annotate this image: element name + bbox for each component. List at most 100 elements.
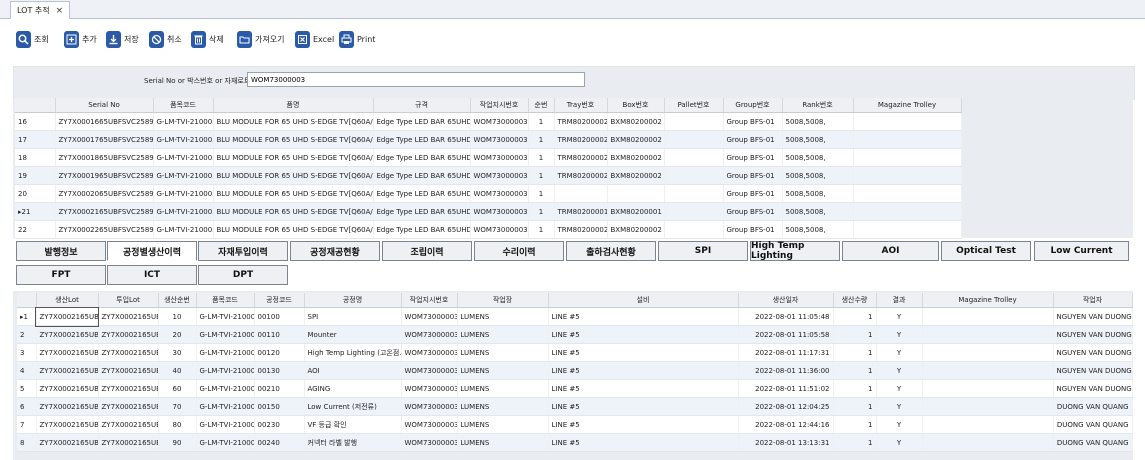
cell-serial[interactable]: ZY7X0001765UBFSVC2589A bbox=[55, 130, 154, 149]
cell-qty[interactable]: 1 bbox=[833, 397, 877, 416]
cell-mag[interactable] bbox=[853, 112, 962, 131]
column-header[interactable]: Tray번호 bbox=[554, 98, 608, 113]
cell-seq[interactable]: 1 bbox=[528, 166, 555, 185]
cell-result[interactable]: Y bbox=[876, 325, 923, 344]
cell-tray[interactable]: TRM80200002 bbox=[554, 220, 608, 239]
cell-seq[interactable]: 40 bbox=[158, 361, 197, 380]
save-button[interactable]: 저장 bbox=[106, 27, 139, 51]
cell-seq[interactable]: 1 bbox=[528, 148, 555, 167]
process-tab[interactable]: 발행정보 bbox=[16, 241, 106, 261]
cell-item[interactable]: G-LM-TVI-210005 bbox=[196, 361, 255, 380]
cell-seq[interactable]: 1 bbox=[528, 184, 555, 203]
cell-ws[interactable]: LUMENS bbox=[457, 325, 549, 344]
cell-seq[interactable]: 70 bbox=[158, 397, 197, 416]
cell-item[interactable]: G-LM-TVI-210005 bbox=[196, 397, 255, 416]
cell-lot[interactable]: ZY7X0002165UB... bbox=[36, 361, 99, 380]
cancel-button[interactable]: 취소 bbox=[149, 27, 182, 51]
cell-pallet[interactable] bbox=[664, 166, 724, 185]
cell-mag[interactable] bbox=[922, 361, 1054, 380]
cell-item[interactable]: G-LM-TVI-210005 bbox=[153, 148, 214, 167]
cell-rank[interactable]: 5008,5008, bbox=[782, 148, 854, 167]
cell-result[interactable]: Y bbox=[876, 361, 923, 380]
cell-item[interactable]: G-LM-TVI-210005 bbox=[153, 130, 214, 149]
cell-pallet[interactable] bbox=[664, 202, 724, 221]
column-header[interactable]: 작업지시번호 bbox=[401, 293, 458, 308]
cell-in_lot[interactable]: ZY7X0002165UB... bbox=[98, 379, 159, 398]
cell-group[interactable]: Group BFS-01 bbox=[723, 202, 783, 221]
cell-eq[interactable]: LINE #5 bbox=[548, 343, 739, 362]
cell-qty[interactable]: 1 bbox=[833, 307, 877, 326]
cell-date[interactable]: 2022-08-01 11:17:31 bbox=[738, 343, 834, 362]
cell-result[interactable]: Y bbox=[876, 433, 923, 452]
cell-date[interactable]: 2022-08-01 11:05:58 bbox=[738, 325, 834, 344]
cell-in_lot[interactable]: ZY7X0002165UB... bbox=[98, 361, 159, 380]
row-number-cell[interactable]: 16 bbox=[15, 112, 56, 131]
cell-proc_name[interactable]: High Temp Lighting (고온점... bbox=[304, 343, 402, 362]
cell-date[interactable]: 2022-08-01 12:04:25 bbox=[738, 397, 834, 416]
cell-seq[interactable]: 1 bbox=[528, 220, 555, 239]
cell-seq[interactable]: 80 bbox=[158, 415, 197, 434]
column-header[interactable]: Magazine Trolley bbox=[922, 293, 1054, 308]
cell-box[interactable]: BXM80200002 bbox=[607, 148, 665, 167]
column-header[interactable]: Group번호 bbox=[723, 98, 783, 113]
cell-item[interactable]: G-LM-TVI-210005 bbox=[196, 325, 255, 344]
cell-eq[interactable]: LINE #5 bbox=[548, 397, 739, 416]
column-header[interactable]: 설비 bbox=[548, 293, 739, 308]
cell-wo[interactable]: WOM73000003 bbox=[401, 397, 458, 416]
cell-in_lot[interactable]: ZY7X0002165UB... bbox=[98, 433, 159, 452]
cell-wo[interactable]: WOM73000003 bbox=[470, 184, 529, 203]
cell-proc[interactable]: 00110 bbox=[254, 325, 305, 344]
cell-wo[interactable]: WOM73000003 bbox=[401, 361, 458, 380]
cell-worker[interactable]: NGUYEN VAN DUONG bbox=[1053, 379, 1133, 398]
cell-wo[interactable]: WOM73000003 bbox=[470, 148, 529, 167]
column-header[interactable]: 품목코드 bbox=[153, 98, 214, 113]
process-tab[interactable]: ICT bbox=[107, 265, 197, 285]
process-tab[interactable]: 공정별생산이력 bbox=[107, 241, 197, 261]
cell-pallet[interactable] bbox=[664, 130, 724, 149]
row-number-cell[interactable]: 8 bbox=[17, 433, 37, 452]
cell-rank[interactable]: 5008,5008, bbox=[782, 112, 854, 131]
cell-proc[interactable]: 00210 bbox=[254, 379, 305, 398]
cell-tray[interactable]: TRM80200001 bbox=[554, 202, 608, 221]
cell-group[interactable]: Group BFS-01 bbox=[723, 166, 783, 185]
column-header[interactable]: Pallet번호 bbox=[664, 98, 724, 113]
cell-mag[interactable] bbox=[853, 220, 962, 239]
column-header[interactable]: 투입Lot bbox=[98, 293, 159, 308]
cell-date[interactable]: 2022-08-01 11:36:00 bbox=[738, 361, 834, 380]
column-header[interactable]: 생산일자 bbox=[738, 293, 834, 308]
column-header[interactable]: Box번호 bbox=[607, 98, 665, 113]
cell-seq[interactable]: 1 bbox=[528, 202, 555, 221]
process-tab[interactable]: 자재투입이력 bbox=[198, 241, 288, 261]
cell-box[interactable]: BXM80200002 bbox=[607, 112, 665, 131]
cell-mag[interactable] bbox=[853, 166, 962, 185]
column-header[interactable]: Magazine Trolley bbox=[853, 98, 962, 113]
cell-ws[interactable]: LUMENS bbox=[457, 361, 549, 380]
process-tab[interactable]: 출하검사현황 bbox=[566, 241, 656, 261]
cell-worker[interactable]: DUONG VAN QUANG bbox=[1053, 415, 1133, 434]
cell-lot[interactable]: ZY7X0002165UB... bbox=[36, 397, 99, 416]
table-row[interactable]: 3ZY7X0002165UB...ZY7X0002165UB...30G-LM-… bbox=[17, 343, 1133, 362]
cell-tray[interactable]: TRM80200002 bbox=[554, 148, 608, 167]
cell-worker[interactable]: NGUYEN VAN DUONG bbox=[1053, 361, 1133, 380]
cell-proc[interactable]: 00130 bbox=[254, 361, 305, 380]
cell-in_lot[interactable]: ZY7X0002165UB... bbox=[98, 415, 159, 434]
cell-date[interactable]: 2022-08-01 11:05:48 bbox=[738, 307, 834, 326]
cell-group[interactable]: Group BFS-01 bbox=[723, 148, 783, 167]
cell-seq[interactable]: 1 bbox=[528, 130, 555, 149]
cell-rank[interactable]: 5008,5008, bbox=[782, 166, 854, 185]
cell-proc_name[interactable]: SPI bbox=[304, 307, 402, 326]
tab-lot-trace[interactable]: LOT 추적 × bbox=[10, 1, 71, 19]
table-row[interactable]: 2ZY7X0002165UB...ZY7X0002165UB...20G-LM-… bbox=[17, 325, 1133, 344]
cell-seq[interactable]: 90 bbox=[158, 433, 197, 452]
cell-item[interactable]: G-LM-TVI-210005 bbox=[196, 307, 255, 326]
cell-spec[interactable]: Edge Type LED BAR 65UHD... bbox=[373, 220, 471, 239]
cell-worker[interactable]: NGUYEN VAN DUONG bbox=[1053, 325, 1133, 344]
row-number-cell[interactable]: ▸1 bbox=[17, 307, 37, 326]
cell-box[interactable]: BXM80200002 bbox=[607, 166, 665, 185]
table-row[interactable]: 8ZY7X0002165UB...ZY7X0002165UB...90G-LM-… bbox=[17, 433, 1133, 452]
cell-spec[interactable]: Edge Type LED BAR 65UHD... bbox=[373, 184, 471, 203]
cell-proc[interactable]: 00240 bbox=[254, 433, 305, 452]
cell-eq[interactable]: LINE #5 bbox=[548, 325, 739, 344]
cell-result[interactable]: Y bbox=[876, 415, 923, 434]
cell-tray[interactable] bbox=[554, 184, 608, 203]
